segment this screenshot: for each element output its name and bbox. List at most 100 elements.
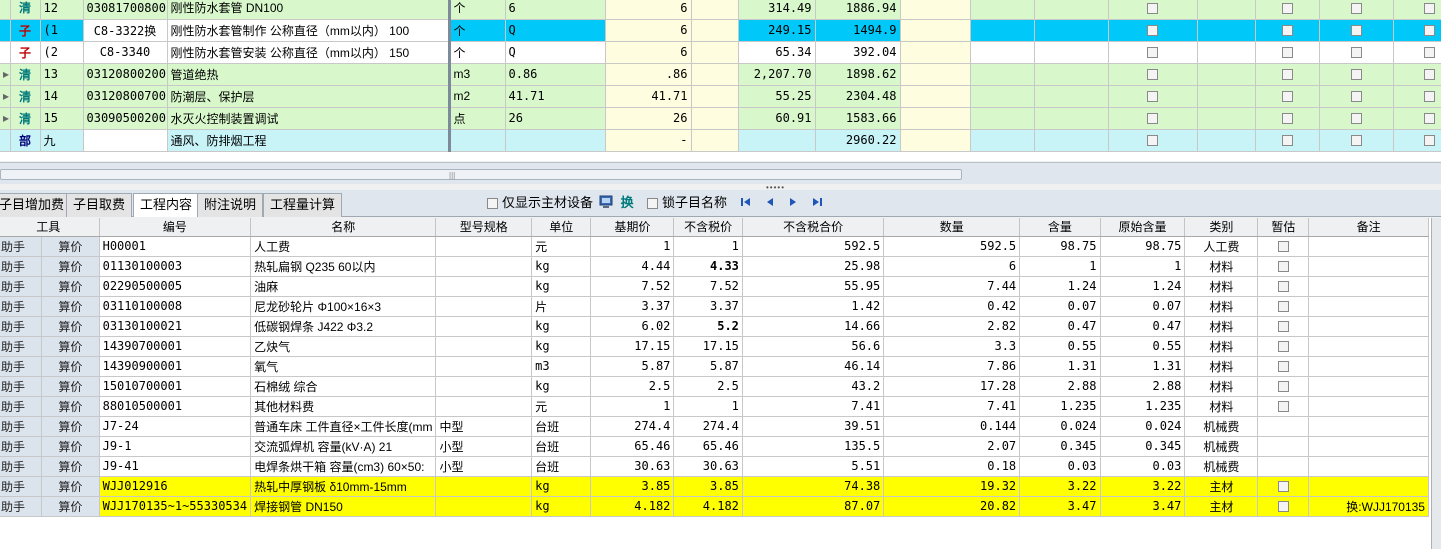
material-price[interactable]: 17.15 (673, 336, 743, 357)
material-name[interactable]: 乙炔气 (250, 336, 437, 357)
material-name[interactable]: 低碳钢焊条 J422 Φ3.2 (250, 316, 437, 337)
material-content[interactable]: 0.07 (1019, 296, 1101, 317)
material-code[interactable]: WJJ012916 (99, 476, 252, 497)
material-spec[interactable] (435, 476, 533, 497)
material-row[interactable]: 助手 算价 15010700001 石棉绒 综合 kg 2.5 2.5 43.2 17.28 2.… (0, 376, 1429, 397)
material-note[interactable] (1308, 316, 1429, 337)
row-name[interactable]: 管道绝热 (167, 63, 451, 86)
col-price[interactable]: 不含税价 (673, 218, 743, 237)
row-checkbox[interactable] (1147, 135, 1158, 147)
material-row[interactable]: 助手 算价 WJJ170135~1~55330534 焊接钢管 DN150 kg 4.18… (0, 496, 1429, 517)
col-original-content[interactable]: 原始含量 (1100, 218, 1186, 237)
material-code[interactable]: 14390700001 (99, 336, 252, 357)
material-name[interactable]: 石棉绒 综合 (250, 376, 437, 397)
col-name[interactable]: 名称 (250, 218, 437, 237)
bill-row[interactable]: 清 12 030817008001 刚性防水套管 DN100 个 6 6 314.49 1886… (0, 0, 1441, 20)
horizontal-scrollbar[interactable]: ||| (0, 162, 1441, 184)
material-price[interactable]: 5.2 (673, 316, 743, 337)
helper-button[interactable]: 助手 (0, 396, 43, 417)
row-unit[interactable]: 个 (449, 0, 506, 20)
row-code[interactable]: C8-3322换 (83, 19, 168, 42)
material-unit[interactable]: 元 (531, 396, 592, 417)
main-only-toggle[interactable]: 仅显示主材设备 (487, 195, 593, 211)
material-content[interactable]: 0.55 (1019, 336, 1101, 357)
material-code[interactable]: 88010500001 (99, 396, 252, 417)
expand-arrow-icon[interactable]: ▸ (0, 85, 11, 108)
material-content[interactable]: 2.88 (1019, 376, 1101, 397)
row-checkbox[interactable] (1147, 113, 1158, 125)
lock-name-toggle[interactable]: 锁子目名称 (647, 195, 727, 211)
row-checkbox[interactable] (1281, 3, 1293, 15)
expand-arrow-icon[interactable]: ▸ (0, 63, 11, 86)
material-code[interactable]: 14390900001 (99, 356, 252, 377)
first-page-icon[interactable] (739, 195, 753, 209)
tab-notes[interactable]: 附注说明 (197, 193, 264, 217)
tab-quantity-calc[interactable]: 工程量计算 (263, 193, 343, 217)
row-expr[interactable]: Q (505, 41, 606, 64)
row-name[interactable]: 刚性防水套管 DN100 (167, 0, 451, 20)
material-unit[interactable]: kg (531, 316, 592, 337)
material-name[interactable]: 油麻 (250, 276, 437, 297)
material-content[interactable]: 1.31 (1019, 356, 1101, 377)
material-name[interactable]: 氧气 (250, 356, 437, 377)
material-note[interactable] (1308, 336, 1429, 357)
row-qty[interactable]: 6 (605, 41, 692, 64)
calc-price-button[interactable]: 算价 (41, 396, 100, 417)
material-price[interactable]: 3.85 (673, 476, 743, 497)
row-checkbox[interactable] (1147, 91, 1158, 103)
material-spec[interactable] (435, 376, 533, 397)
material-row[interactable]: 助手 算价 J9-41 电焊条烘干箱 容量(cm3) 60×50: 小型 台班 30.63 3… (0, 456, 1429, 477)
row-checkbox[interactable] (1281, 69, 1293, 81)
material-name[interactable]: 焊接钢管 DN150 (250, 496, 437, 517)
material-row[interactable]: 助手 算价 J9-1 交流弧焊机 容量(kV·A) 21 小型 台班 65.46 65.46 1… (0, 436, 1429, 457)
row-unit[interactable]: 点 (449, 107, 506, 130)
calc-price-button[interactable]: 算价 (41, 356, 100, 377)
material-name[interactable]: 尼龙砂轮片 Φ100×16×3 (250, 296, 437, 317)
helper-button[interactable]: 助手 (0, 336, 43, 357)
row-checkbox[interactable] (1147, 69, 1158, 81)
material-code[interactable]: WJJ170135~1~55330534 (99, 496, 252, 517)
row-expr[interactable]: Q (505, 19, 606, 42)
material-spec[interactable] (435, 496, 533, 517)
row-checkbox[interactable] (1350, 25, 1362, 37)
helper-button[interactable]: 助手 (0, 296, 43, 317)
row-checkbox[interactable] (1281, 135, 1293, 147)
row-checkbox[interactable] (1281, 25, 1293, 37)
bill-row[interactable]: ▸ 清 14 031208007001 防潮层、保护层 m2 41.71 41.71 55.25… (0, 85, 1441, 108)
material-code[interactable]: J9-1 (99, 436, 252, 457)
material-content[interactable]: 3.47 (1019, 496, 1101, 517)
material-unit[interactable]: 片 (531, 296, 592, 317)
row-code[interactable]: 031208002001 (83, 63, 168, 86)
material-note[interactable] (1308, 296, 1429, 317)
helper-button[interactable]: 助手 (0, 316, 43, 337)
material-note[interactable] (1308, 256, 1429, 277)
material-note[interactable] (1308, 456, 1429, 477)
row-qty[interactable]: 26 (605, 107, 692, 130)
material-content[interactable]: 0.47 (1019, 316, 1101, 337)
calc-price-button[interactable]: 算价 (41, 256, 100, 277)
previous-icon[interactable] (763, 195, 777, 209)
material-price[interactable]: 4.33 (673, 256, 743, 277)
material-content[interactable]: 0.345 (1019, 436, 1101, 457)
col-tool[interactable]: 工具 (0, 218, 100, 237)
row-checkbox[interactable] (1423, 113, 1435, 125)
helper-button[interactable]: 助手 (0, 476, 43, 497)
row-checkbox[interactable] (1423, 47, 1435, 59)
material-content[interactable]: 0.024 (1019, 416, 1101, 437)
row-name[interactable]: 防潮层、保护层 (167, 85, 451, 108)
estimate-checkbox[interactable] (1277, 301, 1289, 313)
row-checkbox[interactable] (1281, 91, 1293, 103)
material-code[interactable]: 03110100008 (99, 296, 252, 317)
material-price[interactable]: 1 (673, 236, 743, 257)
material-price[interactable]: 3.37 (673, 296, 743, 317)
material-row[interactable]: 助手 算价 03130100021 低碳钢焊条 J422 Φ3.2 kg 6.02 5.2 1… (0, 316, 1429, 337)
row-checkbox[interactable] (1350, 3, 1362, 15)
material-note[interactable] (1308, 376, 1429, 397)
calc-price-button[interactable]: 算价 (41, 236, 100, 257)
material-content[interactable]: 1.24 (1019, 276, 1101, 297)
row-expr[interactable] (505, 129, 606, 152)
helper-button[interactable]: 助手 (0, 256, 43, 277)
material-code[interactable]: H00001 (99, 236, 252, 257)
calc-price-button[interactable]: 算价 (41, 456, 100, 477)
next-icon[interactable] (786, 195, 800, 209)
